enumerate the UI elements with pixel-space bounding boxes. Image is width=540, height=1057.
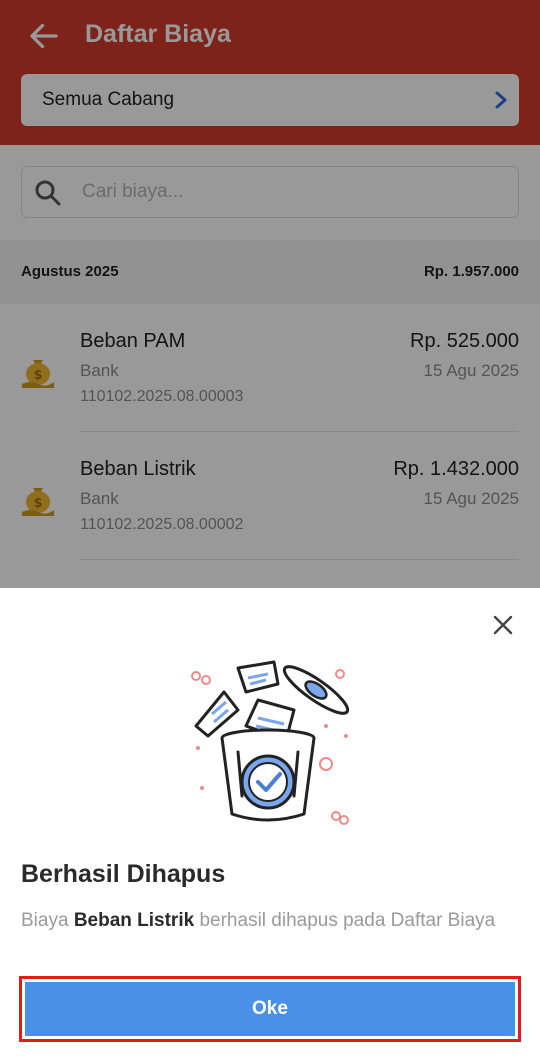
modal-backdrop[interactable] [0, 0, 540, 588]
close-icon[interactable] [488, 610, 518, 640]
success-bottom-sheet: Berhasil Dihapus Biaya Beban Listrik ber… [0, 588, 540, 1057]
ok-button[interactable]: Oke [25, 982, 515, 1036]
message-item-name: Beban Listrik [73, 910, 195, 931]
dialog-title: Berhasil Dihapus [21, 860, 226, 888]
dialog-message: Biaya Beban Listrik berhasil dihapus pad… [21, 908, 519, 933]
ok-button-highlight: Oke [19, 976, 521, 1042]
trash-bin-illustration [191, 660, 350, 825]
message-prefix: Biaya [21, 910, 69, 931]
message-suffix: berhasil dihapus pada Daftar Biaya [199, 910, 496, 931]
